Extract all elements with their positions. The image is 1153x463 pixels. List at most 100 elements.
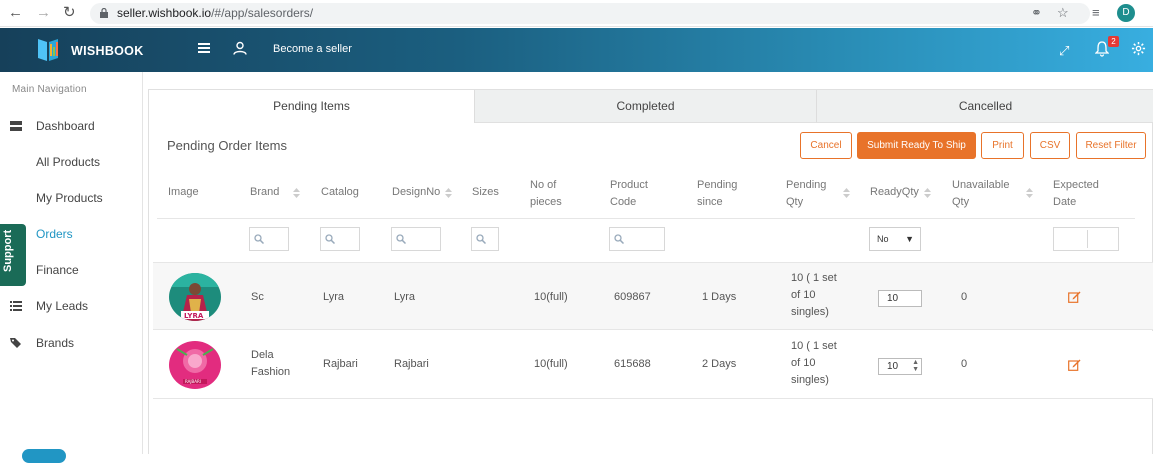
- back-arrow-icon[interactable]: ←: [8, 5, 23, 21]
- sidebar-item-brands[interactable]: Brands: [0, 332, 142, 354]
- brand-cell: Sc: [251, 291, 264, 303]
- sidebar-item-label: All Products: [36, 155, 101, 169]
- col-product-code: Product Code: [610, 179, 648, 208]
- catalog-filter-input[interactable]: [320, 227, 360, 251]
- ready-qty-input[interactable]: 10 ▲ ▼: [878, 358, 922, 375]
- sizes-filter-input[interactable]: [471, 227, 499, 251]
- sort-icon[interactable]: [843, 188, 850, 198]
- sidebar-item-dashboard[interactable]: Dashboard: [0, 115, 142, 137]
- logo-text: WISHBOOK: [71, 44, 144, 58]
- product-thumbnail[interactable]: LYRA: [169, 273, 221, 321]
- pending-qty-cell: 10 ( 1 set of 10 singles): [791, 272, 837, 318]
- forward-arrow-icon[interactable]: →: [36, 5, 51, 21]
- bell-icon[interactable]: [1095, 41, 1109, 57]
- sidebar-item-label: Orders: [36, 227, 73, 241]
- cancel-button[interactable]: Cancel: [800, 132, 852, 159]
- reading-list-icon[interactable]: ≡: [1092, 4, 1100, 21]
- notification-badge: 2: [1108, 36, 1119, 47]
- design-no-filter-input[interactable]: [391, 227, 441, 251]
- star-icon[interactable]: ☆: [1057, 4, 1069, 21]
- key-icon[interactable]: ⚭: [1031, 4, 1042, 21]
- reload-icon[interactable]: ↻: [63, 5, 76, 21]
- become-seller-link[interactable]: Become a seller: [273, 43, 352, 55]
- tab-completed[interactable]: Completed: [475, 90, 817, 123]
- select-value: No: [877, 234, 889, 244]
- expected-date-filter[interactable]: [1053, 227, 1119, 251]
- edit-icon[interactable]: [1068, 291, 1081, 303]
- col-sizes: Sizes: [472, 186, 499, 198]
- search-icon: [254, 234, 264, 244]
- pieces-cell: 10(full): [534, 358, 568, 370]
- col-pending-qty[interactable]: Pending Qty: [786, 177, 826, 211]
- dashboard-icon: [10, 121, 22, 131]
- design-no-cell: Rajbari: [394, 358, 429, 370]
- search-icon: [476, 234, 486, 244]
- product-thumbnail[interactable]: RAJBARI: [169, 341, 221, 389]
- product-image: LYRA: [169, 273, 221, 321]
- reset-filter-button[interactable]: Reset Filter: [1076, 132, 1146, 159]
- col-unavailable-qty[interactable]: Unavailable Qty: [952, 177, 1009, 211]
- list-icon: [10, 301, 22, 311]
- user-icon[interactable]: [233, 41, 247, 55]
- col-ready-qty[interactable]: ReadyQty: [870, 184, 919, 201]
- sidebar-item-label: My Products: [36, 191, 103, 205]
- pending-since-cell: 2 Days: [702, 358, 737, 370]
- app-header: WISHBOOK Become a seller ⤢ 2: [0, 28, 1153, 72]
- sidebar: Main Navigation Dashboard All Products M…: [0, 72, 143, 454]
- sidebar-item-my-products[interactable]: My Products: [0, 187, 142, 209]
- product-code-cell: 615688: [614, 358, 651, 370]
- chat-widget-button[interactable]: [22, 449, 66, 463]
- col-image: Image: [168, 186, 199, 198]
- col-no-of-pieces: No of pieces: [530, 179, 562, 208]
- ready-qty-input[interactable]: 10: [878, 290, 922, 307]
- support-label: Support: [2, 229, 14, 272]
- sidebar-item-label: Dashboard: [36, 119, 95, 133]
- csv-button[interactable]: CSV: [1030, 132, 1070, 159]
- header-divider: [157, 218, 1135, 219]
- col-brand[interactable]: Brand: [250, 184, 279, 201]
- search-icon: [325, 234, 335, 244]
- sidebar-item-label: Finance: [36, 263, 79, 277]
- address-bar[interactable]: seller.wishbook.io/#/app/salesorders/: [90, 3, 1090, 24]
- svg-text:RAJBARI: RAJBARI: [185, 379, 201, 384]
- profile-avatar[interactable]: D: [1117, 4, 1135, 22]
- menu-toggle-icon[interactable]: [198, 43, 210, 53]
- brand-filter-input[interactable]: [249, 227, 289, 251]
- sidebar-item-label: My Leads: [36, 299, 89, 313]
- product-code-filter-input[interactable]: [609, 227, 665, 251]
- wishbook-logo[interactable]: WISHBOOK: [36, 35, 151, 65]
- tab-cancelled[interactable]: Cancelled: [817, 90, 1153, 123]
- sort-icon[interactable]: [924, 188, 931, 198]
- orders-panel: Pending Items Completed Cancelled Pendin…: [148, 89, 1153, 454]
- unavailable-qty-cell: 0: [961, 291, 968, 303]
- pieces-cell: 10(full): [534, 291, 568, 303]
- submit-ready-to-ship-button[interactable]: Submit Ready To Ship: [857, 132, 976, 159]
- sidebar-item-all-products[interactable]: All Products: [0, 151, 142, 173]
- col-pending-since: Pending since: [697, 179, 738, 208]
- stepper-icon[interactable]: ▲ ▼: [912, 359, 919, 373]
- sidebar-item-label: Brands: [36, 336, 75, 350]
- sort-icon[interactable]: [293, 188, 300, 198]
- search-icon: [614, 234, 624, 244]
- unavailable-qty-cell: 0: [961, 358, 968, 370]
- table-row: LYRA Sc Lyra Lyra 10(full) 609867 1 Days…: [153, 262, 1153, 330]
- panel-title: Pending Order Items: [167, 138, 287, 153]
- sort-icon[interactable]: [1026, 188, 1033, 198]
- fullscreen-icon[interactable]: ⤢: [1059, 43, 1069, 59]
- support-tab[interactable]: Support: [0, 224, 26, 286]
- tag-icon: [10, 338, 21, 348]
- pending-since-cell: 1 Days: [702, 291, 737, 303]
- caret-down-icon: ▼: [905, 234, 914, 244]
- col-expected-date: Expected Date: [1053, 179, 1099, 208]
- col-design-no[interactable]: DesignNo: [392, 184, 440, 201]
- tab-pending-items[interactable]: Pending Items: [149, 90, 475, 123]
- print-button[interactable]: Print: [981, 132, 1024, 159]
- sort-icon[interactable]: [445, 188, 452, 198]
- search-icon: [396, 234, 406, 244]
- edit-icon[interactable]: [1068, 359, 1081, 371]
- product-image: RAJBARI: [169, 341, 221, 389]
- gear-icon[interactable]: [1131, 41, 1146, 56]
- sidebar-item-my-leads[interactable]: My Leads: [0, 295, 142, 317]
- ready-qty-filter-select[interactable]: No ▼: [869, 227, 921, 251]
- brand-cell: Dela Fashion: [251, 349, 291, 378]
